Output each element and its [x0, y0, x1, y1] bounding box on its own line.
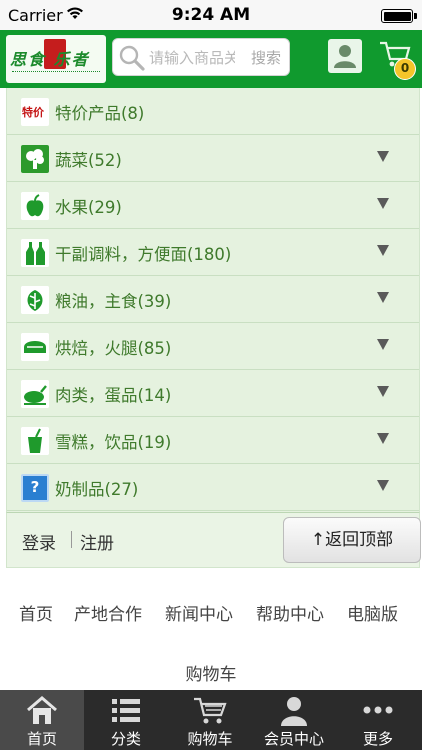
category-label: 蔬菜(52) — [55, 151, 122, 170]
user-button[interactable] — [328, 39, 362, 73]
expand-arrow-icon[interactable] — [377, 151, 389, 162]
search-icon — [119, 45, 145, 71]
footer-link-news[interactable]: 新闻中心 — [165, 600, 233, 625]
header: 思食 乐者 搜索 0 — [0, 30, 422, 88]
drink-icon — [21, 427, 49, 455]
tab-more[interactable]: 更多 — [336, 690, 420, 750]
search-box: 搜索 — [112, 38, 290, 76]
question-icon: ? — [21, 474, 49, 502]
register-link[interactable]: 注册 — [80, 529, 114, 554]
roast-chicken-icon — [21, 380, 49, 408]
home-icon — [27, 696, 57, 724]
footer-links: 首页 产地合作 新闻中心 帮助中心 电脑版 购物车 — [0, 588, 422, 688]
divider — [71, 531, 72, 548]
category-label: 干副调料，方便面(180) — [55, 245, 232, 264]
user-icon — [281, 697, 307, 726]
more-icon — [363, 706, 393, 714]
category-row-dairy[interactable]: ? 奶制品(27) — [7, 464, 419, 511]
footer-link-home[interactable]: 首页 — [19, 600, 53, 625]
cart-icon — [194, 697, 227, 724]
cart-count-badge: 0 — [394, 58, 416, 80]
cart-button[interactable]: 0 — [378, 39, 416, 81]
expand-arrow-icon[interactable] — [377, 433, 389, 444]
category-row-vegetables[interactable]: 蔬菜(52) — [7, 135, 419, 182]
user-icon — [334, 45, 356, 68]
login-link[interactable]: 登录 — [22, 529, 56, 554]
bottles-icon — [21, 239, 49, 267]
expand-arrow-icon[interactable] — [377, 339, 389, 350]
logo-text: 思食 乐者 — [10, 50, 90, 69]
footer-link-origin[interactable]: 产地合作 — [74, 600, 142, 625]
tab-bar: 首页 分类 购物车 会员中心 更多 — [0, 690, 422, 750]
tab-cart[interactable]: 购物车 — [168, 690, 252, 750]
back-to-top-button[interactable]: ↑返回顶部 — [283, 517, 421, 563]
category-label: 粮油，主食(39) — [55, 292, 172, 311]
clock: 9:24 AM — [171, 5, 251, 25]
category-row-condiments[interactable]: 干副调料，方便面(180) — [7, 229, 419, 276]
category-row-bakery[interactable]: 烘焙，火腿(85) — [7, 323, 419, 370]
category-list: 特价 特价产品(8) 蔬菜(52) 水果(29) 干副调料，方便面(180) 粮… — [6, 88, 420, 512]
special-offer-icon: 特价 — [21, 98, 49, 126]
expand-arrow-icon[interactable] — [377, 386, 389, 397]
tab-label: 会员中心 — [263, 730, 324, 748]
category-row-special[interactable]: 特价 特价产品(8) — [7, 88, 419, 135]
expand-arrow-icon[interactable] — [377, 480, 389, 491]
tab-category[interactable]: 分类 — [84, 690, 168, 750]
tab-label: 分类 — [110, 730, 141, 748]
expand-arrow-icon[interactable] — [377, 245, 389, 256]
list-icon — [112, 699, 140, 722]
battery-icon — [381, 9, 417, 23]
category-row-ice-cream-drinks[interactable]: 雪糕，饮品(19) — [7, 417, 419, 464]
category-label: 雪糕，饮品(19) — [55, 433, 172, 452]
expand-arrow-icon[interactable] — [377, 292, 389, 303]
category-label: 水果(29) — [55, 198, 122, 217]
search-button[interactable]: 搜索 — [251, 47, 281, 68]
search-input[interactable] — [149, 47, 235, 69]
broccoli-icon — [21, 145, 49, 173]
category-row-grain-oil[interactable]: 粮油，主食(39) — [7, 276, 419, 323]
tab-home[interactable]: 首页 — [0, 690, 84, 750]
status-bar: Carrier 9:24 AM — [0, 0, 422, 30]
footer-link-desktop[interactable]: 电脑版 — [347, 600, 398, 625]
logo-tagline-line — [12, 71, 100, 74]
tab-label: 更多 — [362, 730, 393, 748]
tab-label: 购物车 — [187, 730, 233, 748]
footer-link-help[interactable]: 帮助中心 — [256, 600, 324, 625]
grain-icon — [21, 286, 49, 314]
tab-member-center[interactable]: 会员中心 — [252, 690, 336, 750]
bread-icon — [21, 333, 49, 361]
category-row-meat-eggs[interactable]: 肉类，蛋品(14) — [7, 370, 419, 417]
category-label: 特价产品(8) — [55, 104, 145, 123]
site-logo[interactable]: 思食 乐者 — [6, 35, 106, 83]
category-label: 奶制品(27) — [55, 480, 139, 499]
category-label: 肉类，蛋品(14) — [55, 386, 172, 405]
tab-label: 首页 — [26, 730, 57, 748]
category-row-fruit[interactable]: 水果(29) — [7, 182, 419, 229]
apple-icon — [21, 192, 49, 220]
footer-link-cart[interactable]: 购物车 — [0, 660, 422, 685]
category-label: 烘焙，火腿(85) — [55, 339, 172, 358]
login-strip: 登录 注册 ↑返回顶部 — [6, 512, 421, 568]
expand-arrow-icon[interactable] — [377, 198, 389, 209]
